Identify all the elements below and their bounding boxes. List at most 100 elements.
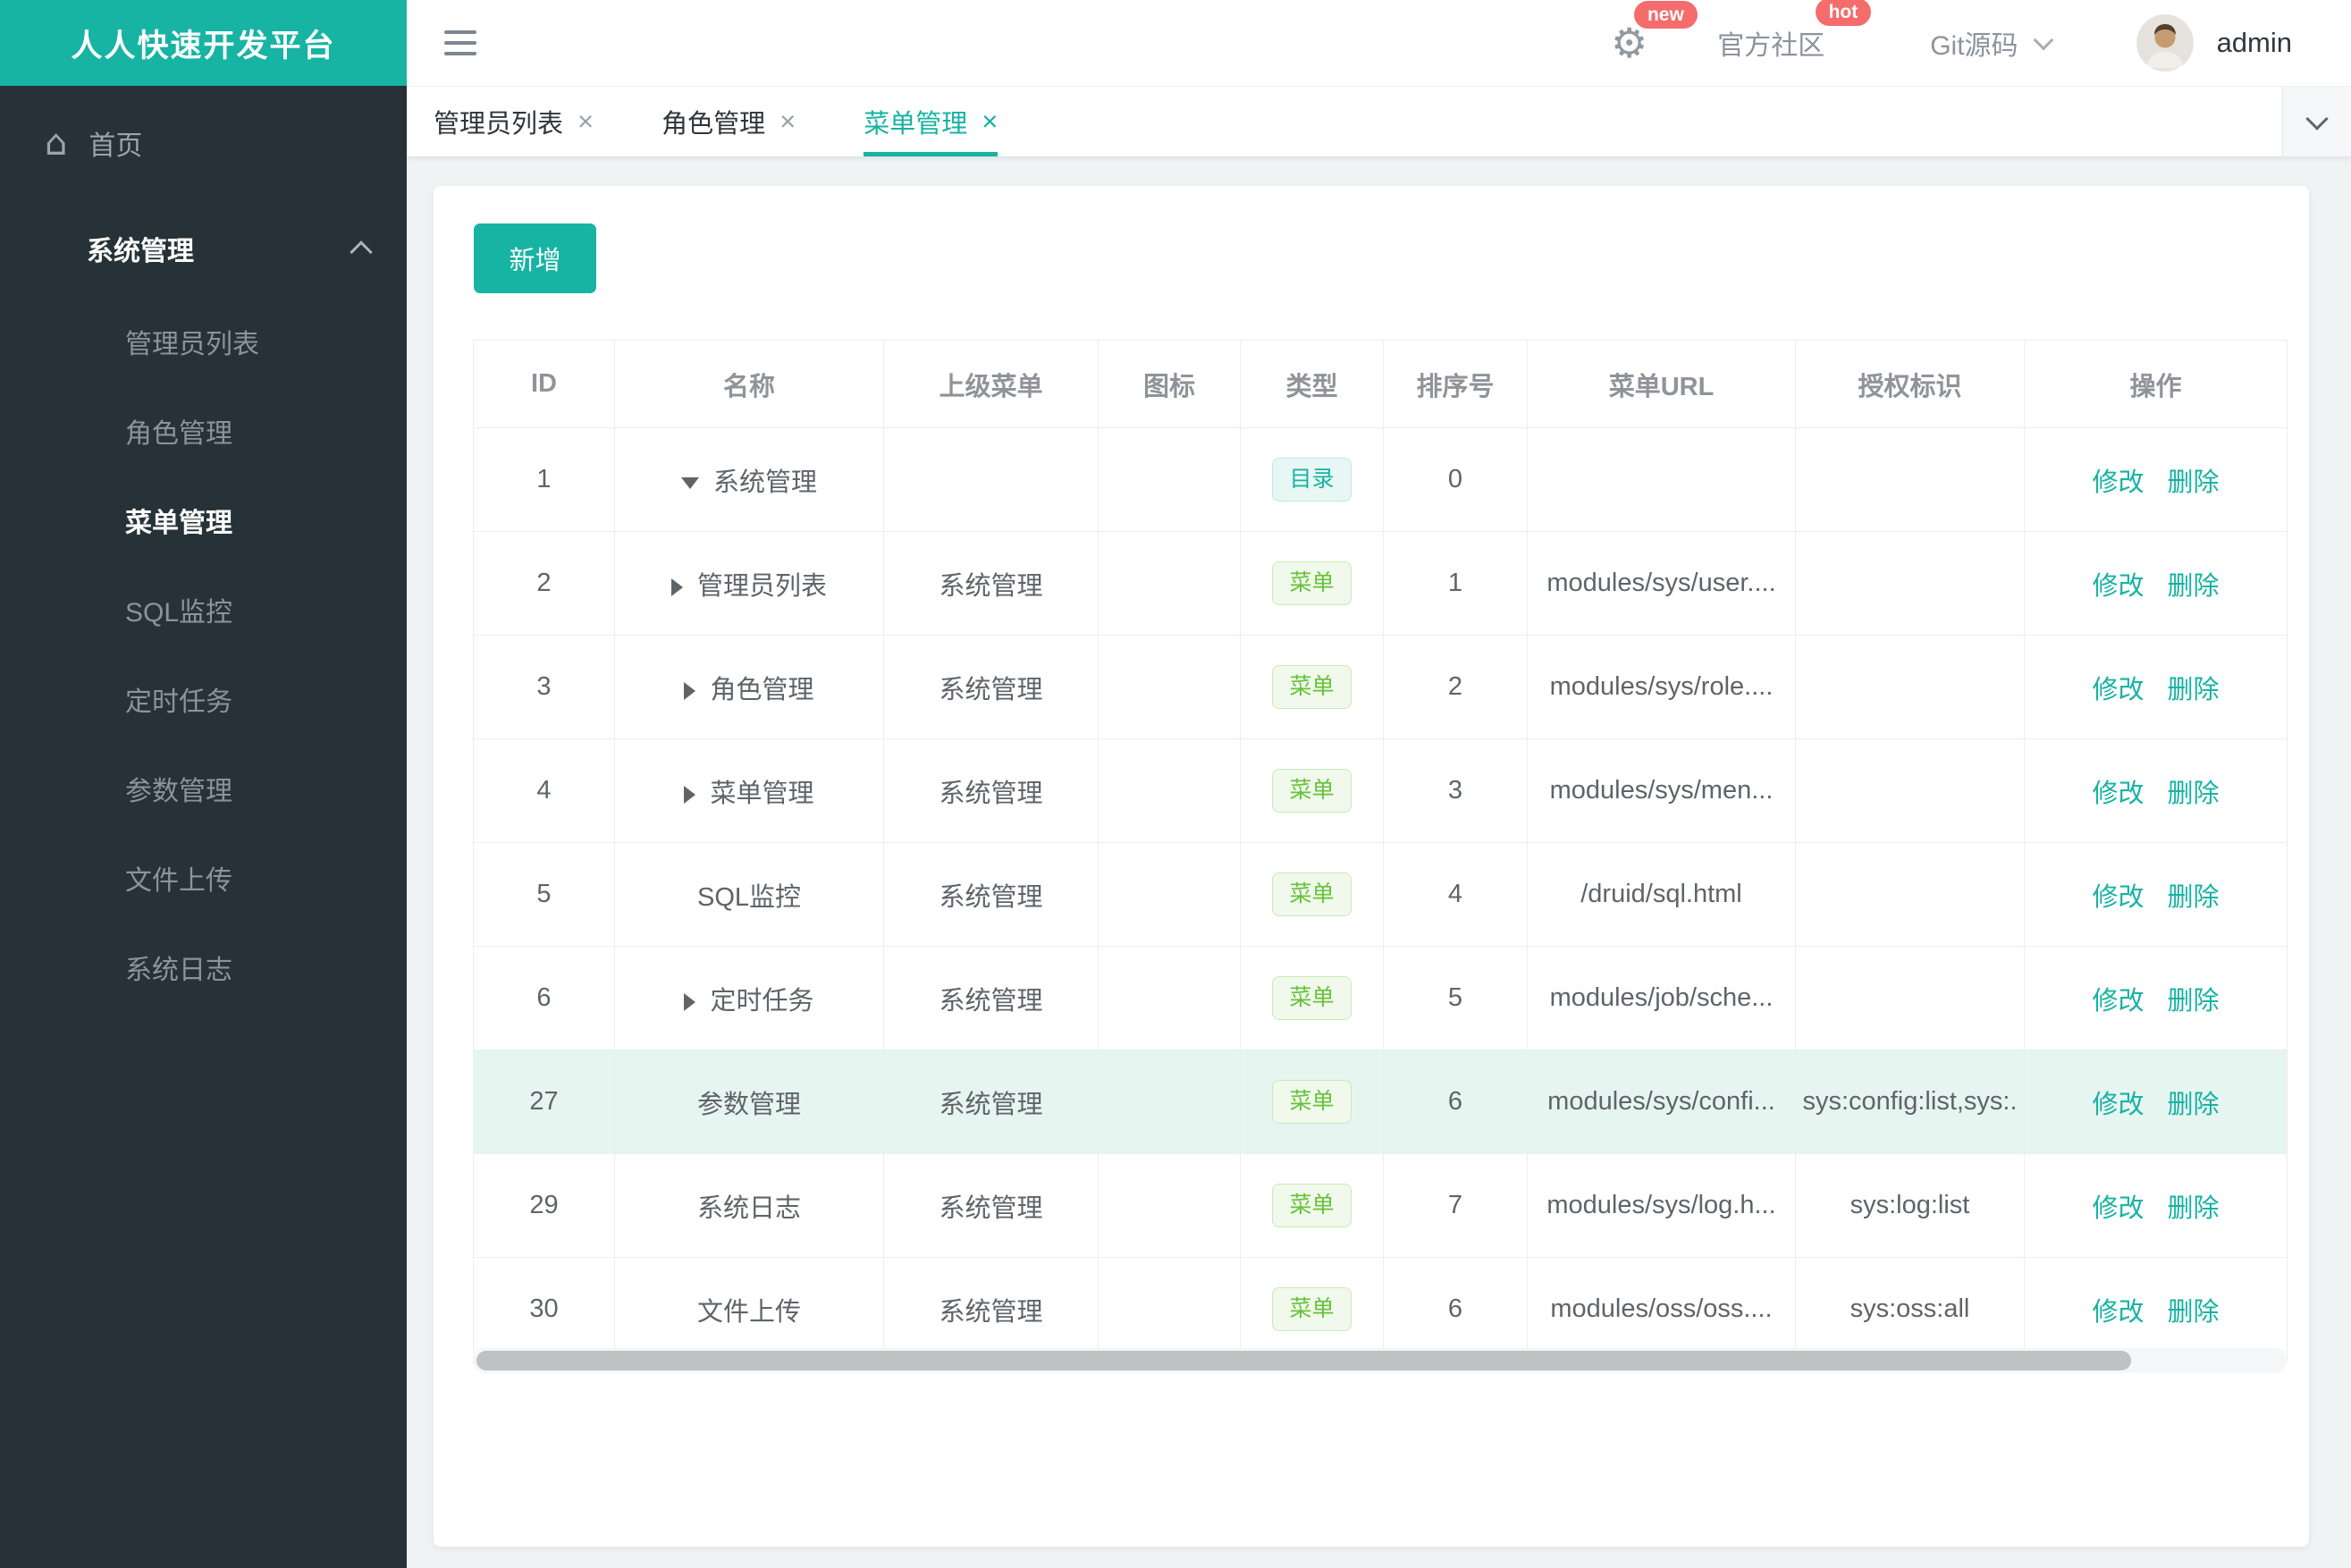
expand-arrow-icon[interactable] [684,681,696,700]
cell-menu-url: modules/sys/men... [1527,738,1796,843]
cell-parent-menu: 系统管理 [883,531,1099,636]
edit-link[interactable]: 修改 [2092,676,2144,704]
settings-button[interactable]: ⚙ new [1611,1,1698,63]
delete-link[interactable]: 删除 [2168,1298,2220,1327]
cell-id: 29 [473,1153,615,1258]
table-row[interactable]: 29 系统日志 系统管理 菜单 7 modules/sys/log.h... sys:log… [473,1153,2288,1258]
table-row[interactable]: 3 角色管理 系统管理 菜单 2 modules/sys/role.... 修改 删除 [473,635,2288,739]
cell-actions: 修改 删除 [2024,427,2288,532]
expand-arrow-icon[interactable] [670,577,683,596]
menu-name-label: 参数管理 [696,1090,801,1119]
edit-link[interactable]: 修改 [2092,1298,2144,1327]
cell-icon [1098,1153,1241,1258]
table-header-row: ID 名称 上级菜单 图标 类型 排序号 菜单URL 授权标识 操作 [473,340,2288,428]
chevron-down-icon [2305,106,2329,131]
community-link[interactable]: 官方社区 hot [1717,0,1872,63]
tab[interactable]: 菜单管理 × [864,86,999,156]
sidebar: 人人快速开发平台 ⌂ 首页 系统管理 管理员列表 角色管理 菜单管理 SQL监控 定时任… [0,0,407,1568]
table-row[interactable]: 1 系统管理 目录 0 修改 删除 [473,427,2288,532]
table-row[interactable]: 4 菜单管理 系统管理 菜单 3 modules/sys/men... 修改 删除 [473,738,2288,843]
menu-name-label: 管理员列表 [696,571,827,601]
edit-link[interactable]: 修改 [2092,987,2144,1016]
sidebar-subitem[interactable]: 文件上传 [0,837,407,926]
cell-actions: 修改 删除 [2024,842,2288,947]
sidebar-toggle-button[interactable] [444,23,476,63]
cell-id: 30 [473,1257,615,1361]
delete-link[interactable]: 删除 [2168,1194,2220,1223]
tab-close-icon[interactable]: × [982,107,998,135]
edit-link[interactable]: 修改 [2092,780,2144,808]
menu-name-label: 系统日志 [696,1193,801,1223]
username[interactable]: admin [2217,27,2292,59]
column-header: 菜单URL [1527,340,1796,428]
column-header: 授权标识 [1795,340,2025,428]
sidebar-item-home[interactable]: ⌂ 首页 [0,97,407,190]
sidebar-section-system[interactable]: 系统管理 [0,202,407,295]
tab-label: 管理员列表 [434,109,564,139]
topbar-right: ⚙ new 官方社区 hot Git源码 admin [1611,0,2292,72]
delete-link[interactable]: 删除 [2168,780,2220,808]
expand-arrow-icon[interactable] [684,992,696,1011]
sidebar-subitem[interactable]: 角色管理 [0,390,407,479]
sidebar-subitem[interactable]: 系统日志 [0,926,407,1016]
tab[interactable]: 管理员列表 × [434,86,594,156]
add-button[interactable]: 新增 [474,223,596,293]
type-badge: 菜单 [1272,873,1352,916]
delete-link[interactable]: 删除 [2168,1091,2220,1119]
cell-parent-menu: 系统管理 [883,738,1099,843]
scrollbar-thumb[interactable] [476,1351,2131,1370]
delete-link[interactable]: 删除 [2168,883,2220,912]
type-badge: 菜单 [1272,769,1352,813]
sidebar-subitem[interactable]: 菜单管理 [0,479,407,569]
cell-order: 1 [1383,531,1528,636]
sidebar-subitem[interactable]: 参数管理 [0,747,407,837]
edit-link[interactable]: 修改 [2092,468,2144,497]
cell-name: SQL监控 [614,842,884,947]
cell-parent-menu: 系统管理 [883,1257,1099,1361]
tab-close-icon[interactable]: × [577,107,594,135]
menu-name-label: SQL监控 [696,882,802,912]
cell-type: 目录 [1240,427,1384,532]
type-badge: 菜单 [1272,1184,1352,1227]
tabs: 管理员列表 × 角色管理 × 菜单管理 × [407,86,999,156]
cell-type: 菜单 [1240,1257,1384,1361]
delete-link[interactable]: 删除 [2168,468,2220,497]
tab-close-icon[interactable]: × [779,107,796,135]
community-label: 官方社区 [1717,31,1825,61]
table-row[interactable]: 6 定时任务 系统管理 菜单 5 modules/job/sche... 修改 删除 [473,946,2288,1050]
cell-icon [1098,738,1241,843]
table-row[interactable]: 5 SQL监控 系统管理 菜单 4/druid/sql.html 修改 删除 [473,842,2288,947]
menu-name-label: 文件上传 [696,1297,801,1327]
cell-id: 3 [473,635,615,739]
edit-link[interactable]: 修改 [2092,572,2144,601]
tabs-dropdown-button[interactable] [2282,86,2351,156]
column-header: ID [473,340,615,428]
tab[interactable]: 角色管理 × [661,86,796,156]
sidebar-subitem[interactable]: SQL监控 [0,569,407,658]
git-source-link[interactable]: Git源码 [1930,23,2053,63]
edit-link[interactable]: 修改 [2092,883,2144,912]
edit-link[interactable]: 修改 [2092,1091,2144,1119]
sidebar-subitem[interactable]: 管理员列表 [0,300,407,390]
cell-icon [1098,1257,1241,1361]
menu-name-label: 角色管理 [710,675,814,704]
delete-link[interactable]: 删除 [2168,572,2220,601]
avatar[interactable] [2136,14,2194,72]
table-row[interactable]: 27 参数管理 系统管理 菜单 6 modules/sys/confi... sys:con… [473,1050,2288,1154]
sidebar-subitem[interactable]: 定时任务 [0,658,407,747]
table-row[interactable]: 30 文件上传 系统管理 菜单 6 modules/oss/oss.... sys:oss:… [473,1257,2288,1361]
expand-arrow-icon[interactable] [684,785,696,804]
cell-name: 角色管理 [614,635,884,739]
horizontal-scrollbar[interactable] [473,1348,2287,1373]
cell-icon [1098,427,1241,532]
home-icon: ⌂ [45,122,68,164]
edit-link[interactable]: 修改 [2092,1194,2144,1223]
cell-id: 1 [473,427,615,532]
sidebar-submenu: 管理员列表 角色管理 菜单管理 SQL监控 定时任务 参数管理 文件上传 系统日志 [0,300,407,1016]
cell-order: 6 [1383,1050,1528,1154]
table-body: 1 系统管理 目录 0 修改 删除 2 管理员列表 系统管理 菜单 1 modules/sys/use… [473,427,2288,1361]
delete-link[interactable]: 删除 [2168,676,2220,704]
collapse-arrow-icon[interactable] [680,477,699,490]
delete-link[interactable]: 删除 [2168,987,2220,1016]
table-row[interactable]: 2 管理员列表 系统管理 菜单 1 modules/sys/user.... 修改 删除 [473,531,2288,636]
